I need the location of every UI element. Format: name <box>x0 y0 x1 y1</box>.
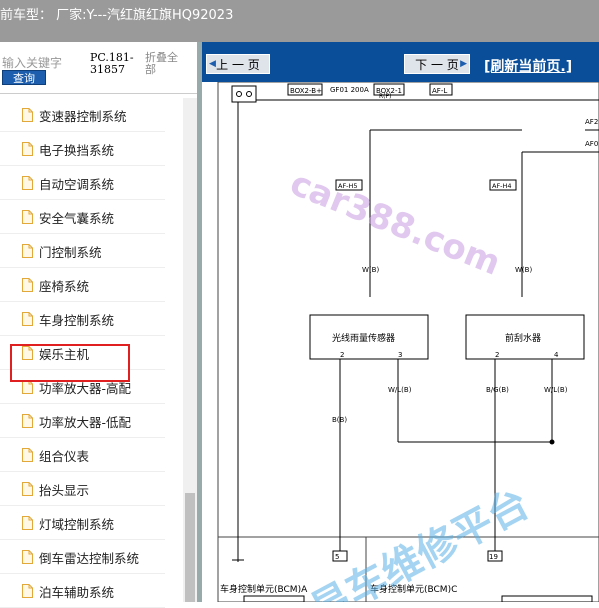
document-icon <box>22 210 33 224</box>
tree-item[interactable]: 门控制系统 <box>0 234 183 268</box>
wb-label-2: W(B) <box>515 266 532 274</box>
tree-item-label: 电子换挡系统 <box>39 142 115 158</box>
wiring-diagram-svg: BOX2-B+ GF01 200A BOX2-1 AF-L R(P) AF2 A… <box>217 81 599 608</box>
pin-label: 2 <box>340 351 344 359</box>
vertical-scrollbar[interactable] <box>183 98 197 602</box>
pin-label: 3 <box>398 351 402 359</box>
tree-item-label: 抬头显示 <box>39 482 90 498</box>
af2-label: AF2 <box>585 118 598 126</box>
tree-item-label: 自动空调系统 <box>39 176 115 192</box>
left-panel: 输入关键字 查询 PC.181- 31857 折叠全 部 变速器控制系统 电子换… <box>0 42 197 608</box>
title-bar: 前车型： 厂家:Y---汽红旗红旗HQ92023 <box>0 0 599 42</box>
bgb-label: B/G(B) <box>486 386 509 394</box>
scrollbar-thumb[interactable] <box>185 493 195 602</box>
document-icon <box>22 414 33 428</box>
watermark-platform: 易车维修平台 <box>303 480 537 602</box>
diagram-panel: ◀ 上 一 页 下 一 页 ▶ [刷新当前页.] BOX2-B+ GF01 20… <box>202 42 599 608</box>
tree-item-selected[interactable]: 车身控制系统 <box>0 302 183 336</box>
pc-code: PC.181- 31857 <box>90 52 140 76</box>
arrow-left-icon: ◀ <box>209 59 216 69</box>
tree-item-label: 灯域控制系统 <box>39 516 115 532</box>
tree-item[interactable]: 功率放大器-低配 <box>0 404 183 438</box>
tree-item-label: 变速器控制系统 <box>39 108 127 124</box>
pin-label: 4 <box>554 351 559 359</box>
connector-diagram <box>243 595 305 603</box>
document-icon <box>22 278 33 292</box>
page-nav-bar: ◀ 上 一 页 下 一 页 ▶ [刷新当前页.] <box>202 42 599 82</box>
bcm-a-label: 车身控制单元(BCM)A <box>220 583 308 595</box>
tree-item[interactable]: 抬头显示 <box>0 472 183 506</box>
connector-diagram <box>501 595 593 603</box>
document-icon <box>22 448 33 462</box>
tree-item-label: 车身控制系统 <box>39 312 115 328</box>
c5-label: 5 <box>335 553 339 561</box>
document-icon <box>22 244 33 258</box>
tree-item[interactable]: 座椅系统 <box>0 268 183 302</box>
document-icon <box>22 176 33 190</box>
wlb-label-2: W/L(B) <box>544 386 568 394</box>
tree-item[interactable]: 自动空调系统 <box>0 166 183 200</box>
battery-icon <box>231 85 257 103</box>
arrow-right-icon: ▶ <box>460 59 467 69</box>
search-bar: 输入关键字 查询 PC.181- 31857 折叠全 部 <box>0 42 197 94</box>
wiring-diagram: BOX2-B+ GF01 200A BOX2-1 AF-L R(P) AF2 A… <box>202 81 599 608</box>
next-page-label: 下 一 页 <box>415 57 459 72</box>
tree-item-label: 倒车雷达控制系统 <box>39 550 140 566</box>
wiper-label: 前刮水器 <box>505 332 541 344</box>
pc-code-line2: 31857 <box>90 63 125 76</box>
gf01-label: GF01 200A <box>330 86 369 94</box>
document-icon <box>22 108 33 122</box>
tree-item[interactable]: 灯域控制系统 <box>0 506 183 540</box>
tree-item-label: 安全气囊系统 <box>39 210 115 226</box>
document-icon <box>22 550 33 564</box>
bb-label: B(B) <box>332 416 347 424</box>
collapse-all-line2: 部 <box>145 63 156 76</box>
tree-item[interactable]: 泊车辅助系统 <box>0 574 183 608</box>
keyword-input[interactable]: 输入关键字 <box>2 54 62 71</box>
rp-label: R(P) <box>379 93 391 100</box>
tree-item[interactable]: 倒车雷达控制系统 <box>0 540 183 574</box>
tree-item-label: 座椅系统 <box>39 278 90 294</box>
document-icon <box>22 482 33 496</box>
vehicle-model-text: 前车型： 厂家:Y---汽红旗红旗HQ92023 <box>0 8 234 23</box>
tree-item-label: 组合仪表 <box>39 448 90 464</box>
tree-item[interactable]: 变速器控制系统 <box>0 98 183 132</box>
document-icon <box>22 142 33 156</box>
wb-label-1: W(B) <box>362 266 379 274</box>
tree-item-label: 功率放大器-低配 <box>39 414 132 430</box>
document-icon <box>22 516 33 530</box>
watermark-car388: car388.com <box>284 163 505 284</box>
document-icon <box>22 584 33 598</box>
afh4-label: AF-H4 <box>492 182 512 190</box>
light-rain-sensor-label: 光线雨量传感器 <box>332 332 395 344</box>
document-icon <box>22 380 33 394</box>
c19-label: 19 <box>489 553 498 561</box>
afl-label: AF-L <box>432 87 447 95</box>
box2b-label: BOX2-B+ <box>290 87 322 95</box>
selection-highlight <box>10 344 130 382</box>
prev-page-label: 上 一 页 <box>216 57 260 72</box>
tree-item-label: 门控制系统 <box>39 244 102 260</box>
collapse-all-link[interactable]: 折叠全 部 <box>145 52 185 76</box>
document-icon <box>22 312 33 326</box>
query-button[interactable]: 查询 <box>2 70 46 85</box>
pin-label: 2 <box>495 351 499 359</box>
tree-item-label: 泊车辅助系统 <box>39 584 115 600</box>
tree-item[interactable]: 安全气囊系统 <box>0 200 183 234</box>
splice-point <box>549 439 555 445</box>
next-page-button[interactable]: 下 一 页 ▶ <box>404 54 470 74</box>
prev-page-button[interactable]: ◀ 上 一 页 <box>206 54 270 74</box>
tree-item[interactable]: 电子换挡系统 <box>0 132 183 166</box>
refresh-page-link[interactable]: [刷新当前页.] <box>484 56 572 76</box>
tree-item[interactable]: 组合仪表 <box>0 438 183 472</box>
af0-label: AF0 <box>585 140 598 148</box>
wlb-label-1: W/L(B) <box>388 386 412 394</box>
